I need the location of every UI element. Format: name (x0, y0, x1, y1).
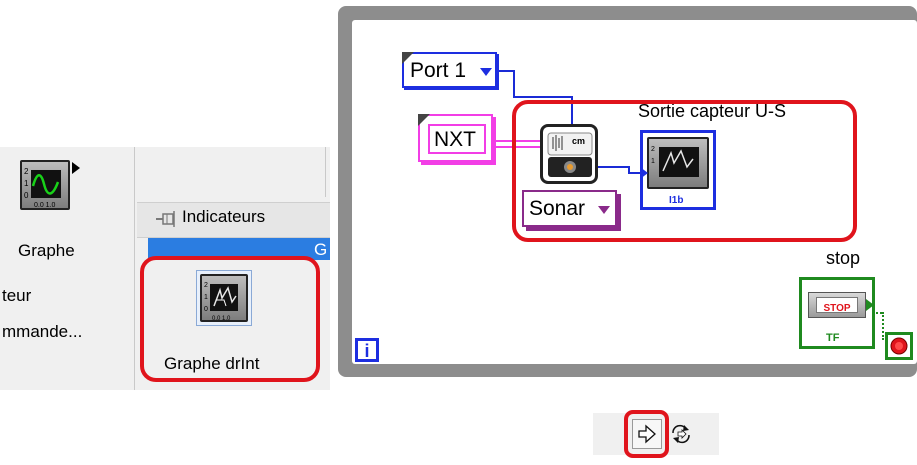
stop-label: stop (826, 248, 861, 268)
graphe-drint-palette-item[interactable]: 2 1 0 0.0 1.0 (196, 270, 252, 326)
port-selector[interactable]: Port 1 (402, 52, 497, 88)
graphe-drint-label: Graphe drInt (164, 354, 260, 373)
sensor-group-highlight (512, 100, 857, 242)
graph-palette-label: Graphe (18, 241, 75, 260)
port-selector-value: Port 1 (410, 59, 467, 82)
svg-text:0.0 1.0: 0.0 1.0 (34, 202, 56, 209)
svg-text:2: 2 (204, 282, 208, 289)
waveform-graph-icon: 2 1 0 0.0 1.0 (20, 160, 70, 210)
svg-text:1: 1 (24, 179, 29, 188)
xy-graph-icon: 2 1 0 0.0 1.0 (200, 274, 248, 322)
iteration-terminal[interactable]: i (355, 338, 379, 362)
pin-icon[interactable] (155, 208, 177, 230)
dropdown-arrow-icon[interactable] (480, 68, 492, 76)
palette-divider (325, 147, 326, 197)
palette-item-cut-1[interactable]: teur (2, 286, 31, 306)
iteration-label: i (364, 341, 370, 361)
loop-condition-terminal[interactable] (885, 332, 913, 360)
svg-text:2: 2 (24, 167, 29, 176)
port-wire[interactable] (513, 96, 573, 98)
svg-text:0: 0 (24, 191, 29, 200)
stop-button-terminal[interactable]: STOP TF (799, 277, 875, 349)
svg-text:1: 1 (204, 294, 208, 301)
nxt-control-label: NXT (434, 128, 476, 151)
run-continuously-button[interactable] (666, 419, 696, 449)
stop-sign-icon (890, 337, 908, 355)
graph-palette-item[interactable]: 2 1 0 0.0 1.0 (20, 160, 80, 210)
run-button-highlight (624, 410, 669, 458)
svg-text:0.0 1.0: 0.0 1.0 (212, 316, 231, 322)
palette-divider (134, 147, 135, 390)
port-wire[interactable] (513, 70, 515, 98)
tf-label: TF (826, 332, 840, 344)
nxt-control[interactable]: NXT (418, 114, 493, 162)
stop-button-text: STOP (823, 303, 851, 314)
run-continuously-icon (672, 424, 690, 444)
indicators-label: Indicateurs (182, 207, 266, 226)
blue-band-letter: G (314, 240, 328, 259)
port-wire[interactable] (497, 70, 514, 72)
svg-text:0: 0 (204, 306, 208, 313)
palette-item-cut-2[interactable]: mmande... (2, 322, 82, 342)
